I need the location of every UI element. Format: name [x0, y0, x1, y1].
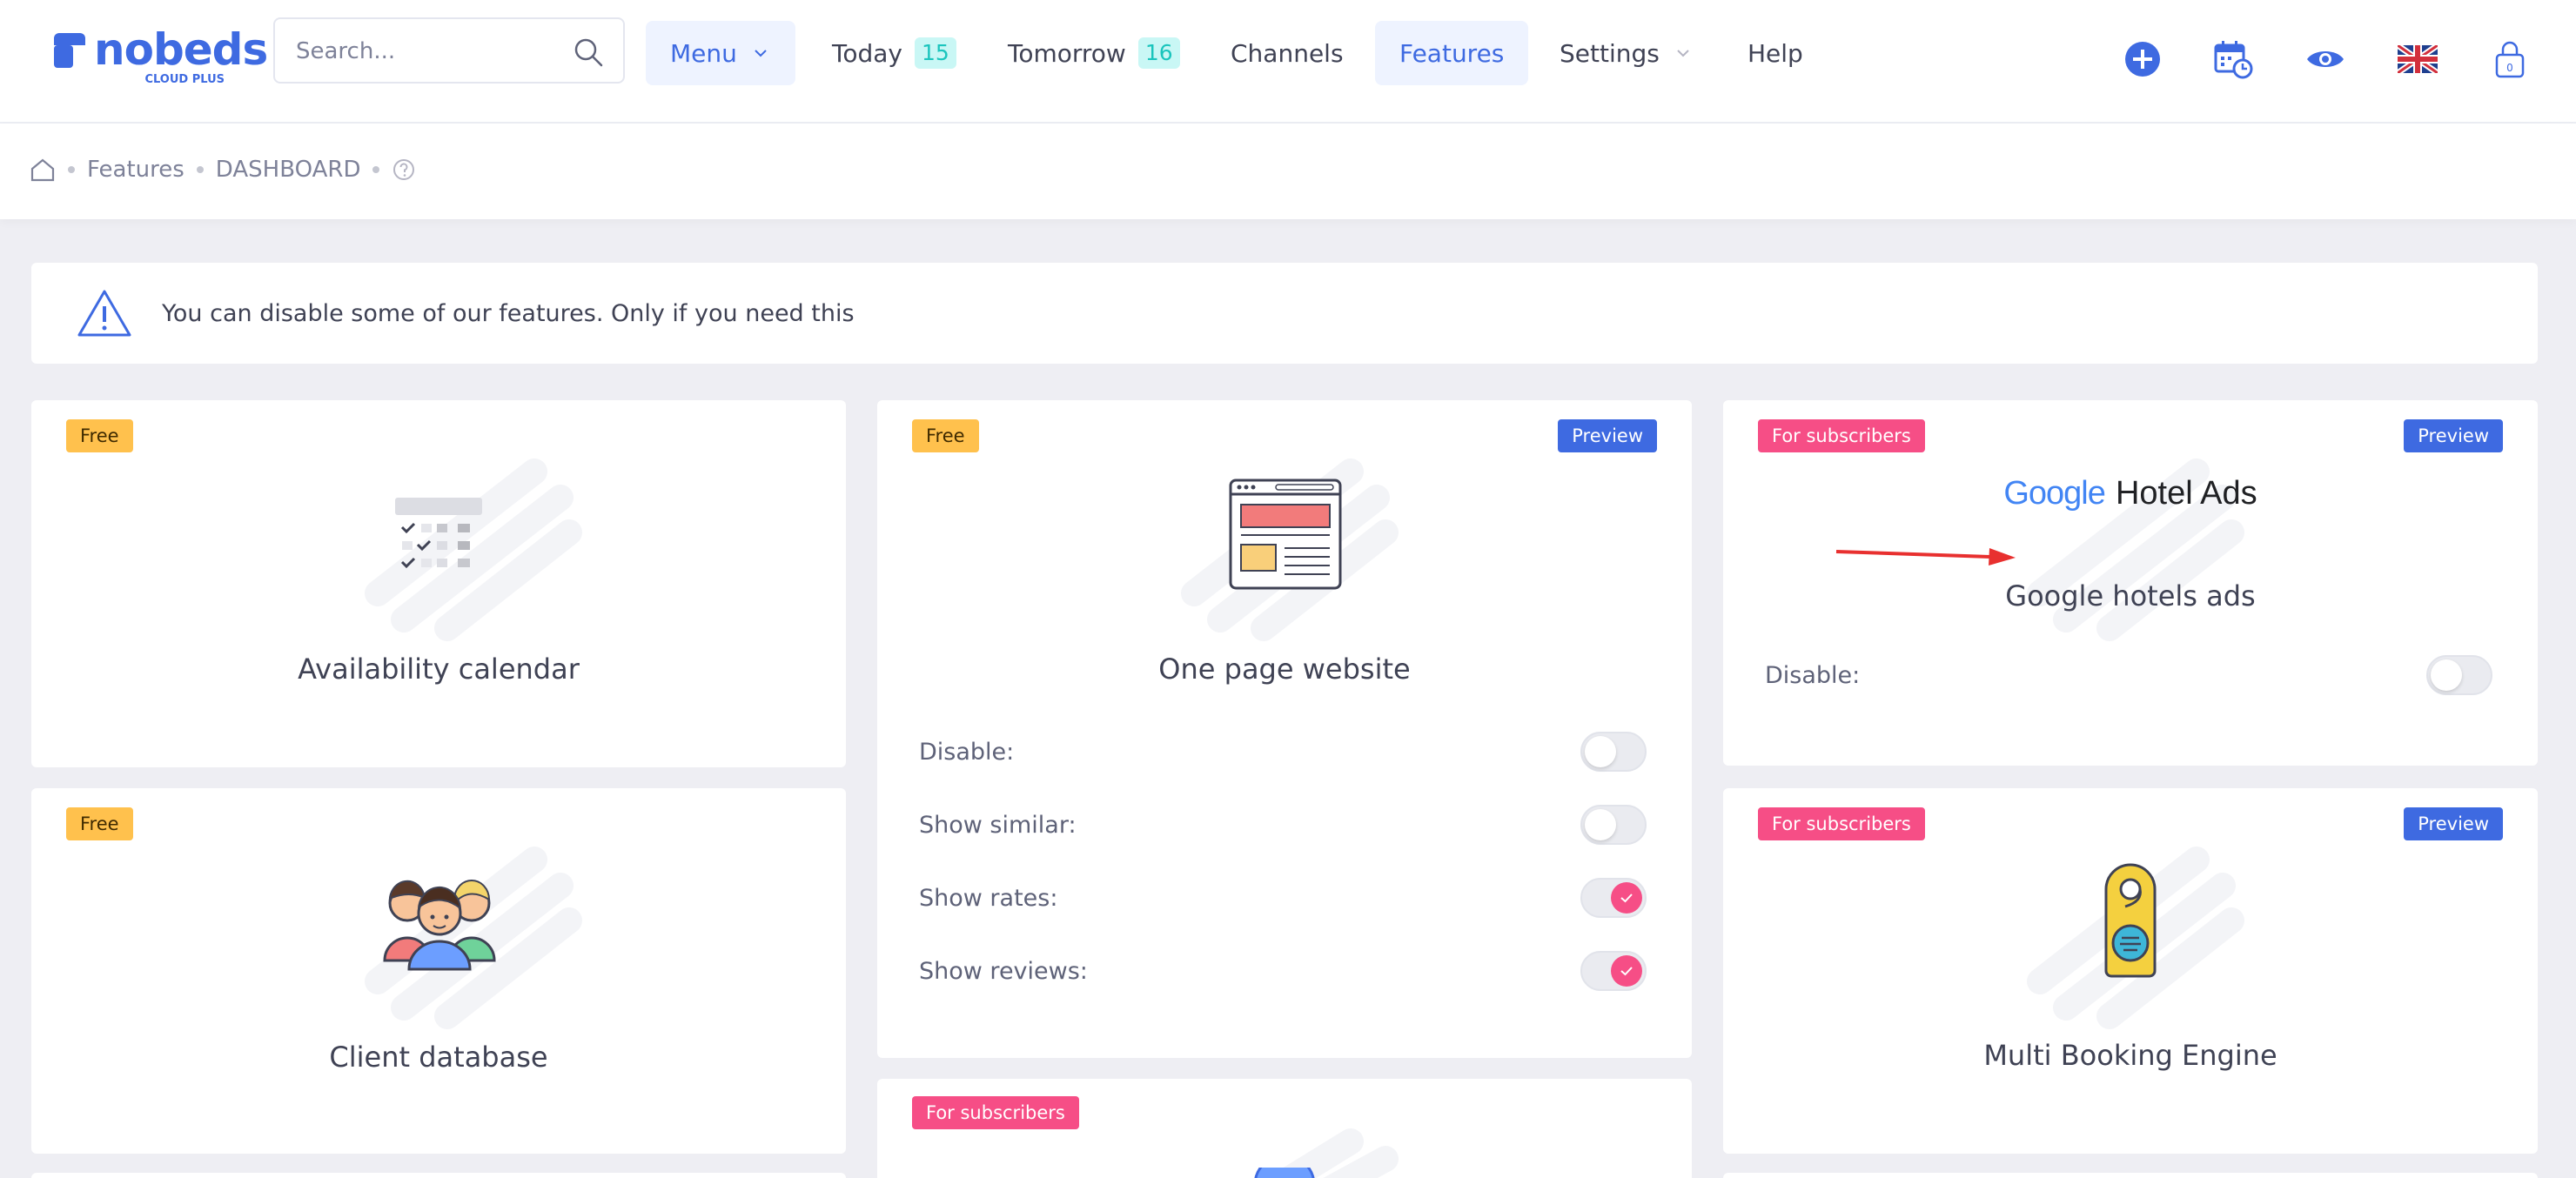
brand-subtitle: CLOUD PLUS [144, 73, 225, 86]
card-title: Availability calendar [298, 653, 580, 686]
option-show-rates: Show rates: [919, 875, 1647, 920]
breadcrumb-features-link[interactable]: Features [87, 157, 184, 183]
toggle-knob [1611, 955, 1642, 987]
preview-button[interactable]: Preview [2404, 419, 2503, 452]
option-label: Disable: [1765, 661, 1861, 689]
feature-icon-partial [1254, 1168, 1315, 1178]
card-title: Multi Booking Engine [1983, 1039, 2277, 1072]
option-show-reviews: Show reviews: [919, 948, 1647, 994]
card-title: Client database [329, 1041, 548, 1074]
disable-toggle[interactable] [2426, 655, 2492, 695]
google-hotel-ads-logo: Google Hotel Ads [1723, 473, 2538, 512]
free-badge: Free [66, 807, 133, 840]
card-title: One page website [1158, 653, 1411, 686]
nav-settings[interactable]: Settings [1535, 21, 1715, 85]
tomorrow-count-badge: 16 [1137, 37, 1180, 69]
feature-card-partial: For subscribers [877, 1079, 1692, 1178]
free-badge: Free [66, 419, 133, 452]
option-label: Show rates: [919, 884, 1058, 912]
plus-circle-icon[interactable] [2122, 38, 2163, 80]
breadcrumb-separator [372, 166, 380, 173]
red-arrow-annotation [1835, 548, 2016, 566]
nav-menu-label: Menu [670, 38, 737, 68]
option-label: Disable: [919, 738, 1015, 766]
nav-channels[interactable]: Channels [1206, 21, 1368, 85]
calendar-clock-icon[interactable] [2212, 38, 2254, 80]
check-icon [1620, 967, 1633, 976]
nav-channels-label: Channels [1231, 38, 1344, 68]
feature-card-partial [31, 1173, 846, 1178]
bed-logo-icon [54, 33, 85, 68]
website-browser-icon [1229, 479, 1342, 590]
feature-card-client-database: Free Client database [31, 788, 846, 1154]
breadcrumb-separator [68, 166, 75, 173]
lock-count: 0 [2506, 62, 2513, 74]
subheader: Features DASHBOARD [0, 124, 2576, 219]
option-label: Show reviews: [919, 957, 1088, 985]
nav-menu-button[interactable]: Menu [646, 21, 795, 85]
option-disable: Disable: [1765, 653, 2492, 698]
notice-text: You can disable some of our features. On… [162, 299, 855, 327]
nobeds-logo[interactable]: nobeds CLOUD PLUS [54, 24, 268, 86]
preview-button[interactable]: Preview [1558, 419, 1657, 452]
hotel-ads-wordmark: Hotel Ads [2115, 475, 2257, 512]
option-disable: Disable: [919, 729, 1647, 774]
eye-icon[interactable] [2304, 38, 2346, 80]
top-navbar: nobeds CLOUD PLUS Menu Today 15 Tomorrow… [0, 0, 2576, 124]
door-hanger-icon [2104, 863, 2157, 978]
chevron-down-icon [1677, 50, 1689, 57]
card-title: Google hotels ads [2005, 579, 2256, 612]
feature-card-availability: Free Availability calendar [31, 400, 846, 767]
option-label: Show similar: [919, 811, 1077, 839]
feature-card-website: Free Preview One page website Disable: S… [877, 400, 1692, 1058]
nav-today-label: Today [832, 38, 902, 68]
nav-features-label: Features [1399, 38, 1505, 68]
features-notice: You can disable some of our features. On… [31, 263, 2538, 364]
brand-name: nobeds [94, 24, 268, 75]
subscribers-badge: For subscribers [1758, 807, 1925, 840]
uk-flag-icon[interactable] [2397, 38, 2438, 80]
disable-toggle[interactable] [1580, 732, 1647, 772]
show-reviews-toggle[interactable] [1580, 951, 1647, 991]
nav-today[interactable]: Today 15 [808, 21, 981, 85]
nav-tomorrow[interactable]: Tomorrow 16 [983, 21, 1204, 85]
search-icon[interactable] [573, 37, 604, 68]
home-icon[interactable] [30, 157, 56, 183]
today-count-badge: 15 [914, 37, 956, 69]
option-show-similar: Show similar: [919, 802, 1647, 847]
toggle-knob [2431, 659, 2462, 691]
show-similar-toggle[interactable] [1580, 805, 1647, 845]
calendar-checklist-icon [395, 498, 482, 569]
search-input[interactable] [296, 33, 557, 70]
subscribers-badge: For subscribers [1758, 419, 1925, 452]
feature-card-partial [1723, 1173, 2538, 1178]
warning-icon [77, 290, 131, 337]
subscribers-badge: For subscribers [912, 1096, 1079, 1129]
nav-help[interactable]: Help [1723, 21, 1828, 85]
breadcrumb-separator [196, 166, 204, 173]
feature-card-multi-booking: For subscribers Preview Multi Booking En… [1723, 788, 2538, 1154]
lock-icon[interactable]: 0 [2489, 38, 2531, 80]
breadcrumb-dashboard: DASHBOARD [215, 157, 361, 183]
nav-settings-label: Settings [1560, 38, 1660, 68]
preview-button[interactable]: Preview [2404, 807, 2503, 840]
google-wordmark: Google [2003, 475, 2106, 512]
search-box [273, 17, 625, 84]
nav-tomorrow-label: Tomorrow [1008, 38, 1126, 68]
help-circle-icon[interactable] [392, 157, 416, 182]
toggle-knob [1585, 736, 1616, 767]
people-group-icon [383, 880, 496, 971]
check-icon [1620, 894, 1633, 903]
breadcrumb: Features DASHBOARD [30, 157, 416, 183]
toggle-knob [1585, 809, 1616, 840]
toggle-knob [1611, 882, 1642, 914]
free-badge: Free [912, 419, 979, 452]
feature-card-google-hotel-ads: For subscribers Preview Google Hotel Ads… [1723, 400, 2538, 766]
nav-help-label: Help [1748, 38, 1803, 68]
nav-features[interactable]: Features [1375, 21, 1529, 85]
chevron-down-icon [755, 50, 767, 57]
show-rates-toggle[interactable] [1580, 878, 1647, 918]
